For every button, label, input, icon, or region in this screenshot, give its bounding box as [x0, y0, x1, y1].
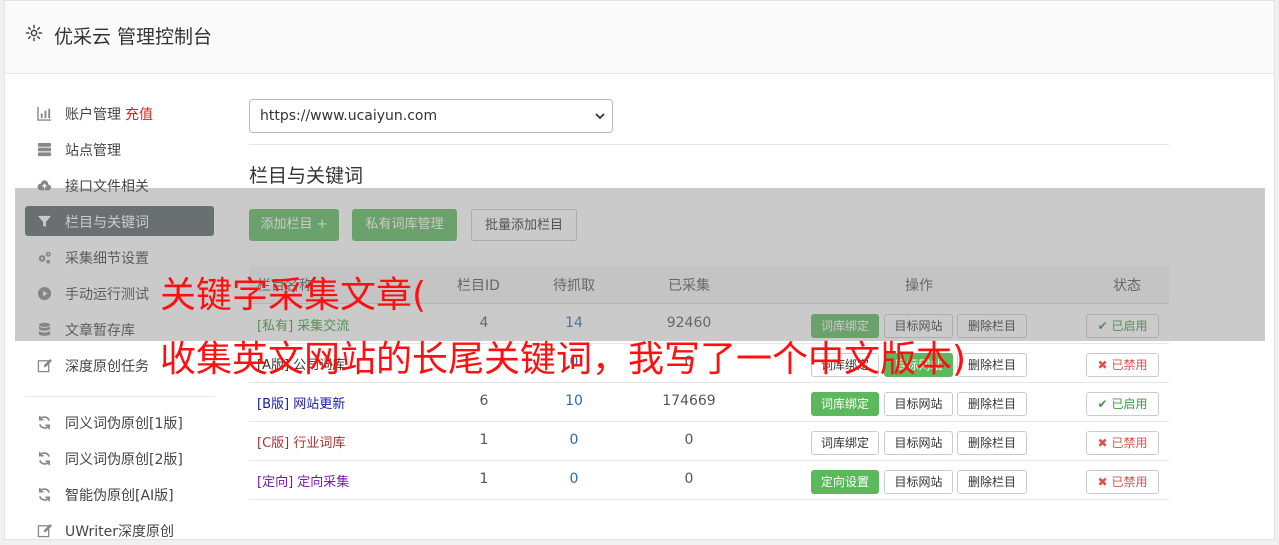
target-site-button[interactable]: 目标网站: [884, 431, 953, 455]
status-label: 已启用: [1111, 397, 1148, 411]
section-title: 栏目与关键词: [249, 165, 364, 187]
sidebar-item-label: 账户管理: [65, 107, 121, 123]
refresh-icon: [38, 415, 51, 430]
divider: [249, 144, 1169, 145]
column-title: 网站更新: [293, 397, 346, 412]
sidebar-item-account[interactable]: 账户管理 充值: [25, 98, 214, 128]
sidebar-item-label: 站点管理: [65, 143, 121, 159]
table-row: [定向] 定向采集 1 0 0 定向设置 目标网站 删除栏目 ✖ 已禁用: [249, 460, 1169, 500]
sidebar-item-label: 同义词伪原创[1版]: [65, 416, 183, 432]
check-icon: ✔: [1097, 397, 1108, 411]
refresh-icon: [38, 451, 51, 466]
panel-header: 优采云 管理控制台: [5, 1, 1274, 74]
collected-count: 0: [684, 471, 694, 487]
sidebar-item-synonym-v1[interactable]: 同义词伪原创[1版]: [25, 407, 214, 437]
column-id: 1: [479, 432, 489, 448]
close-icon: ✖: [1097, 358, 1108, 372]
status-toggle[interactable]: ✖ 已禁用: [1086, 431, 1159, 455]
delete-column-button[interactable]: 删除栏目: [957, 392, 1027, 416]
pending-count[interactable]: 10: [539, 393, 609, 409]
site-select-value: https://www.ucaiyun.com: [260, 108, 438, 124]
sidebar-item-synonym-v2[interactable]: 同义词伪原创[2版]: [25, 443, 214, 473]
column-tag: [C版]: [257, 436, 290, 451]
chevron-down-icon: [595, 113, 605, 120]
status-toggle[interactable]: ✖ 已禁用: [1086, 353, 1159, 377]
close-icon: ✖: [1097, 475, 1108, 489]
table-row: [B版] 网站更新 6 10 174669 词库绑定 目标网站 删除栏目 ✔ 已启用: [249, 382, 1169, 422]
column-title: 定向采集: [297, 475, 350, 490]
lexicon-bind-button[interactable]: 定向设置: [811, 470, 879, 494]
refresh-icon: [38, 487, 51, 502]
server-icon: [37, 142, 52, 157]
sidebar-item-label: UWriter深度原创: [65, 524, 174, 540]
overlay-caption-line2: 收集英文网站的长尾关键词，我写了一个中文版本): [160, 339, 967, 380]
collected-count: 174669: [662, 393, 716, 409]
sidebar-divider: [25, 396, 215, 397]
sidebar-item-ai-rewrite[interactable]: 智能伪原创[AI版]: [25, 479, 214, 509]
site-select[interactable]: https://www.ucaiyun.com: [249, 99, 613, 133]
collected-count: 0: [684, 432, 694, 448]
column-name[interactable]: [C版] 行业词库: [257, 432, 345, 451]
column-tag: [B版]: [257, 397, 290, 412]
edit-icon: [37, 523, 52, 538]
sidebar-item-label: 深度原创任务: [65, 359, 149, 375]
status-label: 已禁用: [1111, 436, 1148, 450]
column-title: 行业词库: [293, 436, 346, 451]
sidebar-item-uwriter[interactable]: UWriter深度原创: [25, 515, 214, 545]
column-name[interactable]: [定向] 定向采集: [257, 471, 349, 490]
status-label: 已禁用: [1111, 358, 1148, 372]
close-icon: ✖: [1097, 436, 1108, 450]
lexicon-bind-button[interactable]: 词库绑定: [811, 431, 879, 455]
status-toggle[interactable]: ✖ 已禁用: [1086, 470, 1159, 494]
gear-icon: [25, 24, 43, 42]
overlay-caption-line1: 关键字采集文章(: [160, 275, 427, 316]
sidebar-item-label: 智能伪原创[AI版]: [65, 488, 174, 504]
column-id: 6: [479, 393, 489, 409]
target-site-button[interactable]: 目标网站: [884, 392, 953, 416]
target-site-button[interactable]: 目标网站: [884, 470, 953, 494]
status-label: 已禁用: [1111, 475, 1148, 489]
edit-icon: [37, 358, 52, 373]
bar-chart-icon: [37, 106, 52, 121]
column-tag: [定向]: [257, 475, 294, 490]
screenshot-dim-overlay: [15, 188, 1265, 341]
column-id: 1: [479, 471, 489, 487]
table-row: [C版] 行业词库 1 0 0 词库绑定 目标网站 删除栏目 ✖ 已禁用: [249, 421, 1169, 461]
lexicon-bind-button[interactable]: 词库绑定: [811, 392, 879, 416]
page-title: 优采云 管理控制台: [54, 26, 213, 48]
delete-column-button[interactable]: 删除栏目: [957, 431, 1027, 455]
pending-count[interactable]: 0: [539, 432, 609, 448]
recharge-link[interactable]: 充值: [125, 107, 153, 123]
sidebar-item-label: 同义词伪原创[2版]: [65, 452, 183, 468]
column-name[interactable]: [B版] 网站更新: [257, 393, 345, 412]
delete-column-button[interactable]: 删除栏目: [957, 353, 1027, 377]
pending-count[interactable]: 0: [539, 471, 609, 487]
delete-column-button[interactable]: 删除栏目: [957, 470, 1027, 494]
sidebar-item-sites[interactable]: 站点管理: [25, 134, 214, 164]
status-toggle[interactable]: ✔ 已启用: [1086, 392, 1159, 416]
